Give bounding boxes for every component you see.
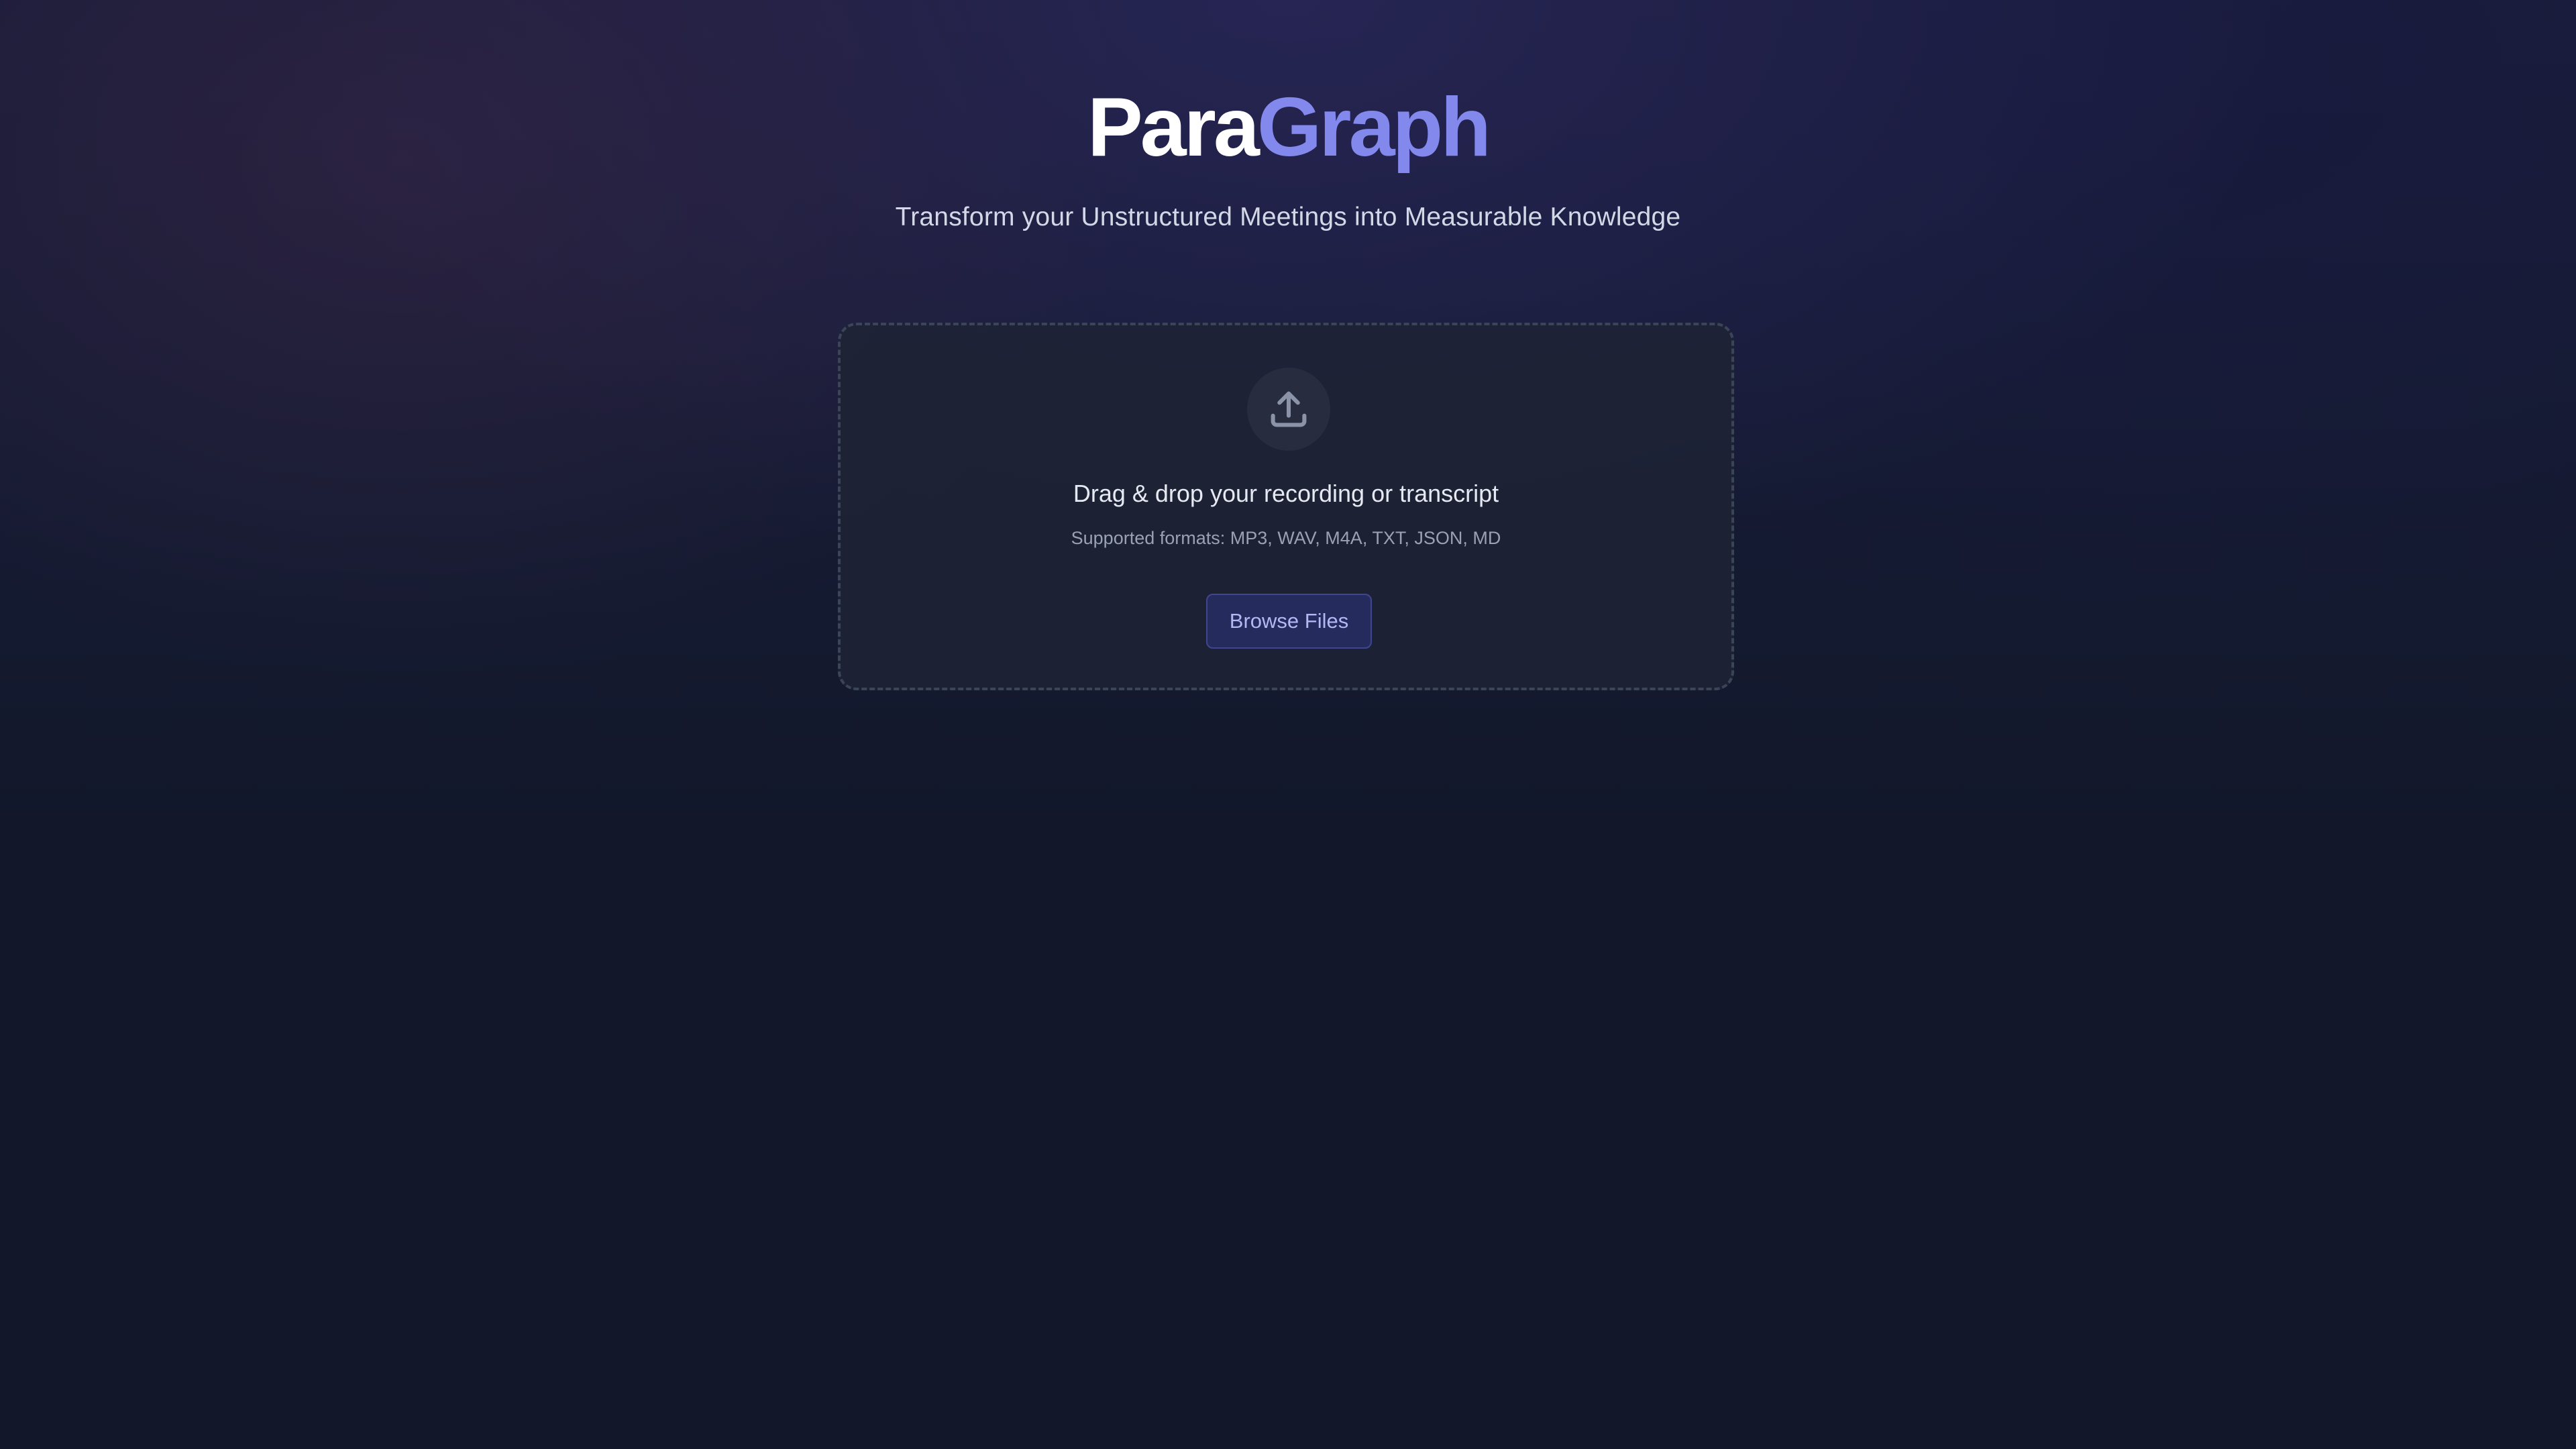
file-dropzone[interactable]: Drag & drop your recording or transcript…: [838, 323, 1734, 690]
logo-part-graph: Graph: [1256, 81, 1491, 174]
tagline: Transform your Unstructured Meetings int…: [895, 203, 1681, 231]
upload-icon-badge: [1247, 368, 1330, 451]
supported-formats: Supported formats: MP3, WAV, M4A, TXT, J…: [1071, 528, 1501, 548]
dropzone-title: Drag & drop your recording or transcript: [1073, 480, 1499, 507]
upload-icon: [1271, 391, 1307, 427]
app-logo: ParaGraph: [0, 80, 2576, 174]
browse-files-button[interactable]: Browse Files: [1206, 594, 1372, 649]
logo-part-para: Para: [1087, 81, 1260, 174]
